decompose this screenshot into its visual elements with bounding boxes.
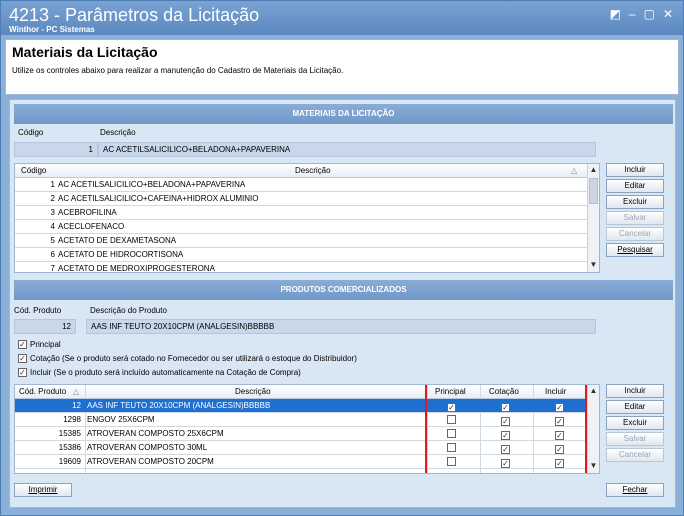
product-desc-label: Descrição do Produto <box>90 306 167 315</box>
material-code-label: Código <box>18 128 44 137</box>
products-grid: Cód. Produto △ Descrição Principal Cotaç… <box>14 384 600 474</box>
page-header: Materiais da Licitação Utilize os contro… <box>5 39 679 95</box>
materials-pesquisar-button[interactable]: Pesquisar <box>606 243 664 257</box>
material-code-field[interactable]: 1 <box>14 142 98 157</box>
materials-editar-button[interactable]: Editar <box>606 179 664 193</box>
incluir-checkbox[interactable]: ✓ Incluir (Se o produto será incluído au… <box>18 368 301 377</box>
table-row[interactable]: 1 AC ACETILSALICILICO+BELADONA+PAPAVERIN… <box>15 178 587 192</box>
close-icon[interactable]: ✕ <box>663 7 673 21</box>
restore-icon[interactable]: ◩ <box>610 7 621 21</box>
scroll-up-icon[interactable]: ▲ <box>588 385 599 397</box>
imprimir-button[interactable]: Imprimir <box>14 483 72 497</box>
checkbox-checked-icon[interactable]: ✓ <box>18 354 27 363</box>
material-desc-field[interactable]: AC ACETILSALICILICO+BELADONA+PAPAVERINA <box>98 142 596 157</box>
products-section-header: PRODUTOS COMERCIALIZADOS <box>14 280 673 300</box>
title-bar[interactable]: 4213 - Parâmetros da Licitação Winthor -… <box>1 1 683 35</box>
cotacao-checkbox[interactable]: ✓ Cotação (Se o produto será cotado no F… <box>18 354 357 363</box>
products-editar-button[interactable]: Editar <box>606 400 664 414</box>
window-title: 4213 - Parâmetros da Licitação <box>9 5 260 25</box>
products-scrollbar[interactable]: ▲ ▼ <box>587 385 599 473</box>
scroll-down-icon[interactable]: ▼ <box>588 460 599 472</box>
table-row[interactable]: 5 ACETATO DE DEXAMETASONA <box>15 234 587 248</box>
products-incluir-button[interactable]: Incluir <box>606 384 664 398</box>
product-desc-field[interactable]: AAS INF TEUTO 20X10CPM (ANALGESIN)BBBBB <box>86 319 596 334</box>
page-description: Utilize os controles abaixo para realiza… <box>12 66 344 75</box>
sort-asc-icon: △ <box>571 166 578 175</box>
table-row[interactable]: 3 ACEBROFILINA <box>15 206 587 220</box>
window-subtitle: Winthor - PC Sistemas <box>9 25 95 34</box>
checkbox-checked-icon[interactable]: ✓ <box>18 368 27 377</box>
materials-section-header: MATERIAIS DA LICITAÇÃO <box>14 104 673 124</box>
scroll-up-icon[interactable]: ▲ <box>588 164 599 176</box>
minimize-icon[interactable]: – <box>629 7 636 21</box>
products-salvar-button[interactable]: Salvar <box>606 432 664 446</box>
table-row[interactable]: 7 ACETATO DE MEDROXIPROGESTERONA <box>15 262 587 272</box>
table-row[interactable]: 4 ACECLOFENACO <box>15 220 587 234</box>
scroll-thumb[interactable] <box>589 178 598 204</box>
app-window: 4213 - Parâmetros da Licitação Winthor -… <box>0 0 684 516</box>
col-header-codigo[interactable]: Código <box>21 166 46 175</box>
materials-grid: Código Descrição △ 1 AC ACETILSALICILICO… <box>14 163 600 273</box>
maximize-icon[interactable]: ▢ <box>644 7 655 21</box>
col-header-cod-produto[interactable]: Cód. Produto <box>19 387 66 396</box>
principal-checkbox[interactable]: ✓ Principal <box>18 340 61 349</box>
product-code-label: Cód. Produto <box>14 306 62 315</box>
scroll-down-icon[interactable]: ▼ <box>588 259 599 271</box>
col-header-descricao[interactable]: Descrição <box>295 166 331 175</box>
materials-cancelar-button[interactable]: Cancelar <box>606 227 664 241</box>
checkbox-checked-icon[interactable]: ✓ <box>18 340 27 349</box>
products-cancelar-button[interactable]: Cancelar <box>606 448 664 462</box>
materials-grid-header: Código Descrição △ <box>15 164 599 178</box>
table-row[interactable]: 6 ACETATO DE HIDROCORTISONA <box>15 248 587 262</box>
materials-incluir-button[interactable]: Incluir <box>606 163 664 177</box>
page-title: Materiais da Licitação <box>12 44 158 60</box>
products-excluir-button[interactable]: Excluir <box>606 416 664 430</box>
window-controls: ◩ – ▢ ✕ <box>610 7 673 21</box>
materials-excluir-button[interactable]: Excluir <box>606 195 664 209</box>
main-panel: MATERIAIS DA LICITAÇÃO Código Descrição … <box>9 99 676 508</box>
materials-scrollbar[interactable]: ▲ ▼ <box>587 164 599 272</box>
product-code-field[interactable]: 12 <box>14 319 76 334</box>
fechar-button[interactable]: Fechar <box>606 483 664 497</box>
table-row[interactable]: 2 AC ACETILSALICILICO+CAFEINA+HIDROX ALU… <box>15 192 587 206</box>
material-desc-label: Descrição <box>100 128 136 137</box>
materials-salvar-button[interactable]: Salvar <box>606 211 664 225</box>
highlight-box <box>425 385 587 473</box>
sort-asc-icon: △ <box>73 387 80 396</box>
col-header-descricao[interactable]: Descrição <box>235 387 271 396</box>
